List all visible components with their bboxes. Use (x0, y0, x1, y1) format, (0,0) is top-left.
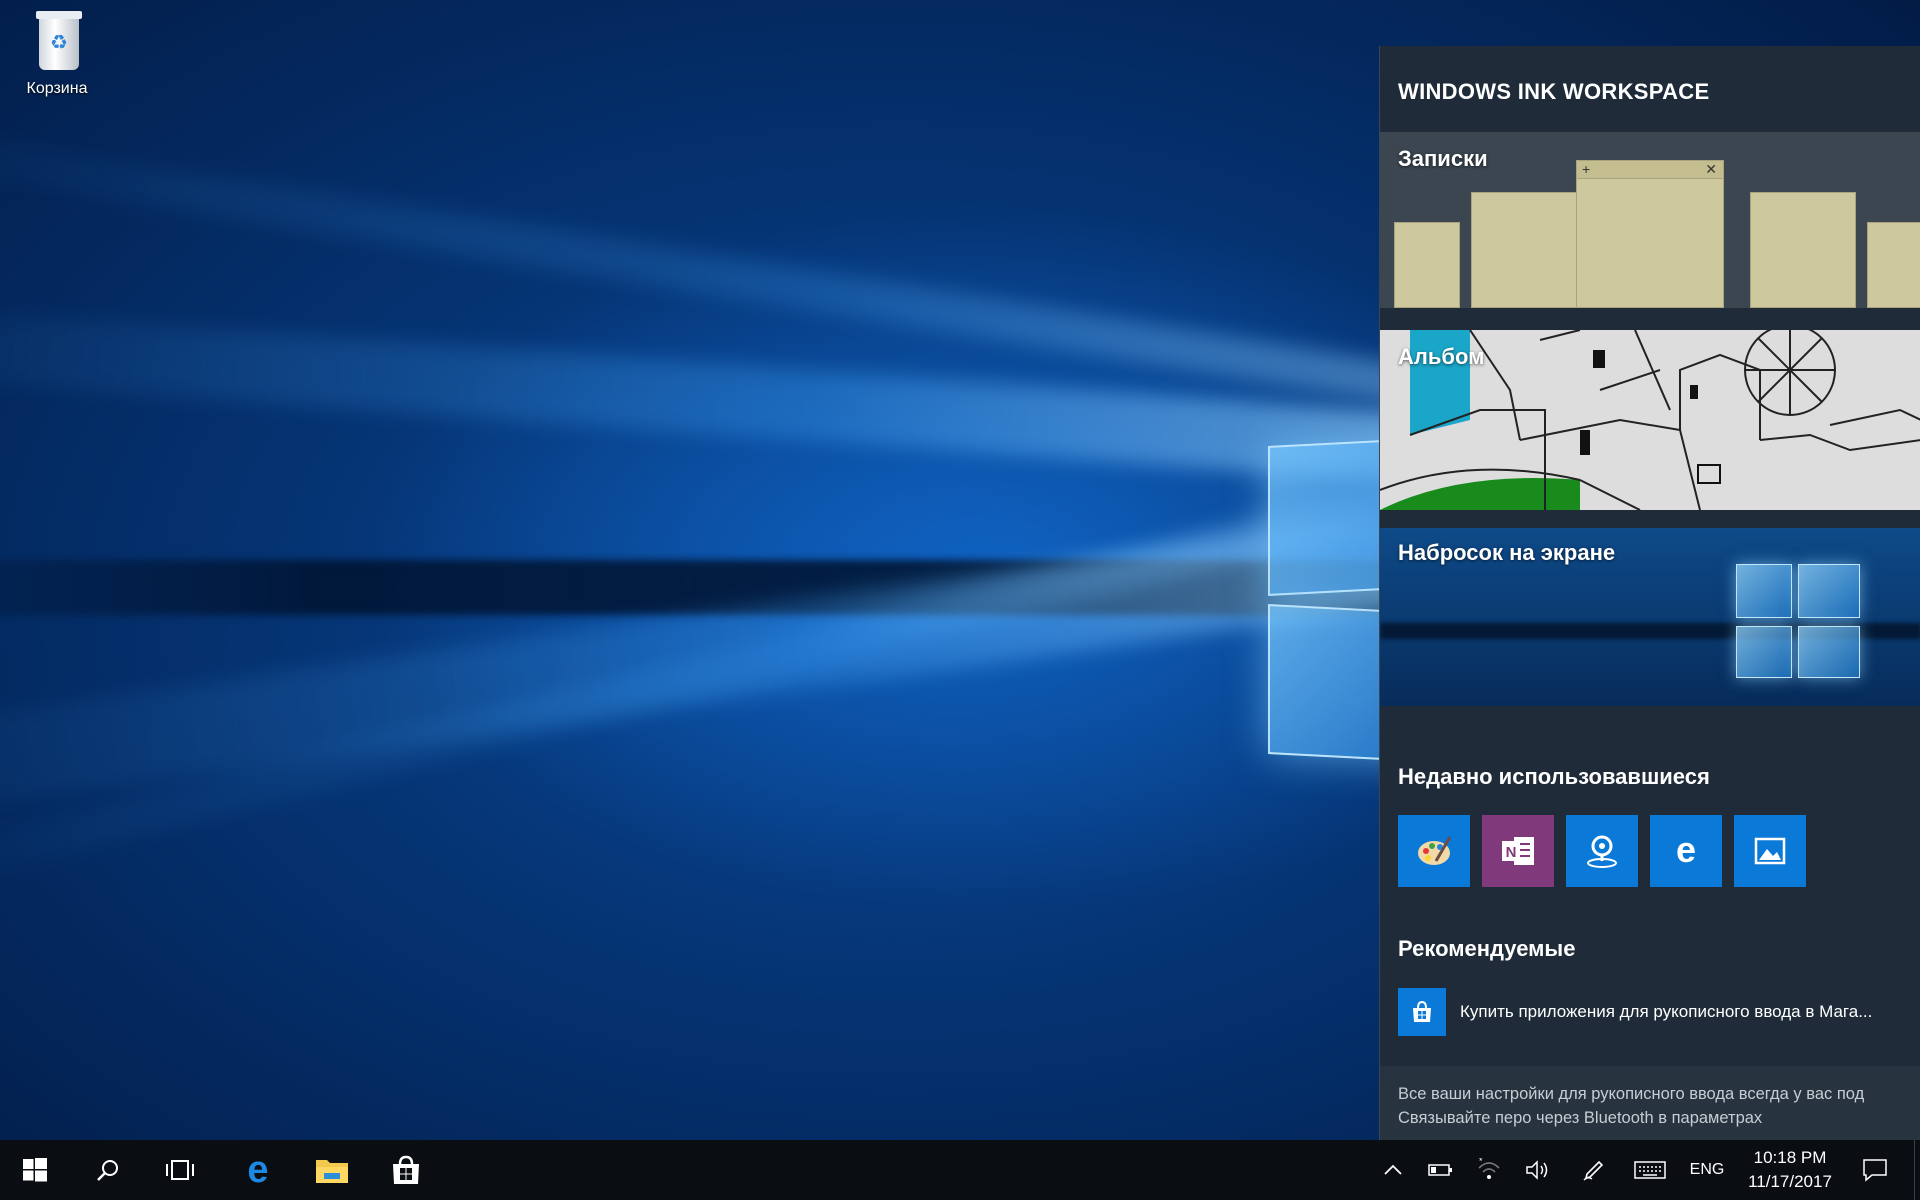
screen-sketch-tile[interactable]: Набросок на экране (1380, 528, 1920, 706)
file-explorer-icon (316, 1160, 348, 1183)
volume-icon (1526, 1160, 1548, 1180)
photos-app-tile[interactable] (1734, 815, 1806, 887)
svg-text:e: e (1676, 831, 1696, 870)
clock-time: 10:18 PM (1753, 1148, 1827, 1167)
store-icon (393, 1155, 419, 1184)
suggested-item-label: Купить приложения для рукописного ввода … (1460, 1002, 1873, 1021)
maps-app-tile[interactable] (1566, 815, 1638, 887)
network-button[interactable]: * (1472, 1140, 1506, 1200)
recycle-bin-icon: ♻ (33, 8, 82, 70)
sticky-note (1750, 192, 1856, 308)
recently-used-heading: Недавно использовавшиеся (1398, 764, 1710, 789)
action-center-button[interactable] (1852, 1140, 1898, 1200)
onenote-app-tile[interactable]: N (1482, 815, 1554, 887)
chevron-up-icon (1384, 1164, 1402, 1175)
sketchpad-tile[interactable]: Альбом (1380, 330, 1920, 510)
show-desktop-button[interactable] (1914, 1140, 1920, 1200)
sticky-note (1394, 222, 1460, 308)
pen-icon (1583, 1160, 1604, 1181)
task-view-button[interactable] (148, 1140, 212, 1200)
volume-button[interactable] (1520, 1140, 1554, 1200)
search-button[interactable] (76, 1140, 140, 1200)
sticky-note-front: + ✕ (1576, 160, 1724, 308)
sticky-notes-tile[interactable]: + ✕ Записки (1380, 132, 1920, 308)
suggested-store-link[interactable]: Купить приложения для рукописного ввода … (1398, 988, 1872, 1036)
sketch-windows-logo (1736, 564, 1862, 682)
footer-line-bluetooth: Связывайте перо через Bluetooth в параме… (1398, 1109, 1763, 1127)
edge-icon: e (247, 1153, 268, 1187)
svg-text:N: N (1506, 844, 1517, 861)
suggested-heading: Рекомендуемые (1398, 936, 1576, 961)
ink-workspace-panel: WINDOWS INK WORKSPACE + ✕ Записки Альбом… (1379, 46, 1920, 1140)
sticky-note (1867, 222, 1920, 308)
search-icon (97, 1160, 118, 1181)
maps-pin-icon (1587, 835, 1617, 868)
svg-text:*: * (1479, 1158, 1483, 1166)
clock[interactable]: 10:18 PM 11/17/2017 (1740, 1146, 1840, 1194)
onenote-icon: N (1502, 837, 1534, 865)
taskbar: e * ENG 10:18 PM 11/17/2017 (0, 1140, 1920, 1200)
start-button[interactable] (0, 1140, 70, 1200)
pen-settings-footer[interactable]: Все ваши настройки для рукописного ввода… (1380, 1066, 1920, 1140)
store-taskbar-button[interactable] (374, 1140, 438, 1200)
paint-palette-icon (1418, 836, 1452, 865)
panel-title: WINDOWS INK WORKSPACE (1398, 79, 1710, 104)
battery-icon (1428, 1164, 1452, 1176)
sticky-note (1471, 192, 1577, 308)
screen-sketch-label: Набросок на экране (1398, 540, 1616, 565)
wifi-icon: * (1478, 1158, 1500, 1179)
edge-icon: e (1676, 831, 1696, 870)
keyboard-icon (1634, 1161, 1666, 1179)
input-language-button[interactable]: ENG (1684, 1140, 1730, 1200)
recycle-bin-label: Корзина (26, 80, 88, 97)
battery-button[interactable] (1424, 1140, 1458, 1200)
show-hidden-icons-button[interactable] (1376, 1140, 1410, 1200)
svg-text:e: e (247, 1153, 268, 1187)
touch-keyboard-button[interactable] (1630, 1140, 1670, 1200)
task-view-icon (166, 1160, 194, 1180)
footer-line-settings: Все ваши настройки для рукописного ввода… (1398, 1085, 1865, 1103)
paint-app-tile[interactable] (1398, 815, 1470, 887)
start-icon (23, 1158, 47, 1182)
file-explorer-button[interactable] (300, 1140, 364, 1200)
edge-taskbar-button[interactable]: e (226, 1140, 290, 1200)
recent-apps-list: N e (1398, 815, 1806, 887)
edge-app-tile[interactable]: e (1650, 815, 1722, 887)
close-icon: ✕ (1705, 161, 1717, 177)
recycle-bin-shortcut[interactable]: ♻ Корзина (14, 8, 100, 98)
photos-icon (1754, 837, 1786, 865)
clock-date: 11/17/2017 (1748, 1172, 1832, 1191)
windows-ink-button[interactable] (1576, 1140, 1612, 1200)
store-icon (1398, 988, 1446, 1036)
sketchpad-label: Альбом (1398, 344, 1485, 369)
sticky-notes-label: Записки (1398, 146, 1488, 171)
action-center-icon (1863, 1159, 1887, 1182)
plus-icon: + (1582, 161, 1591, 177)
